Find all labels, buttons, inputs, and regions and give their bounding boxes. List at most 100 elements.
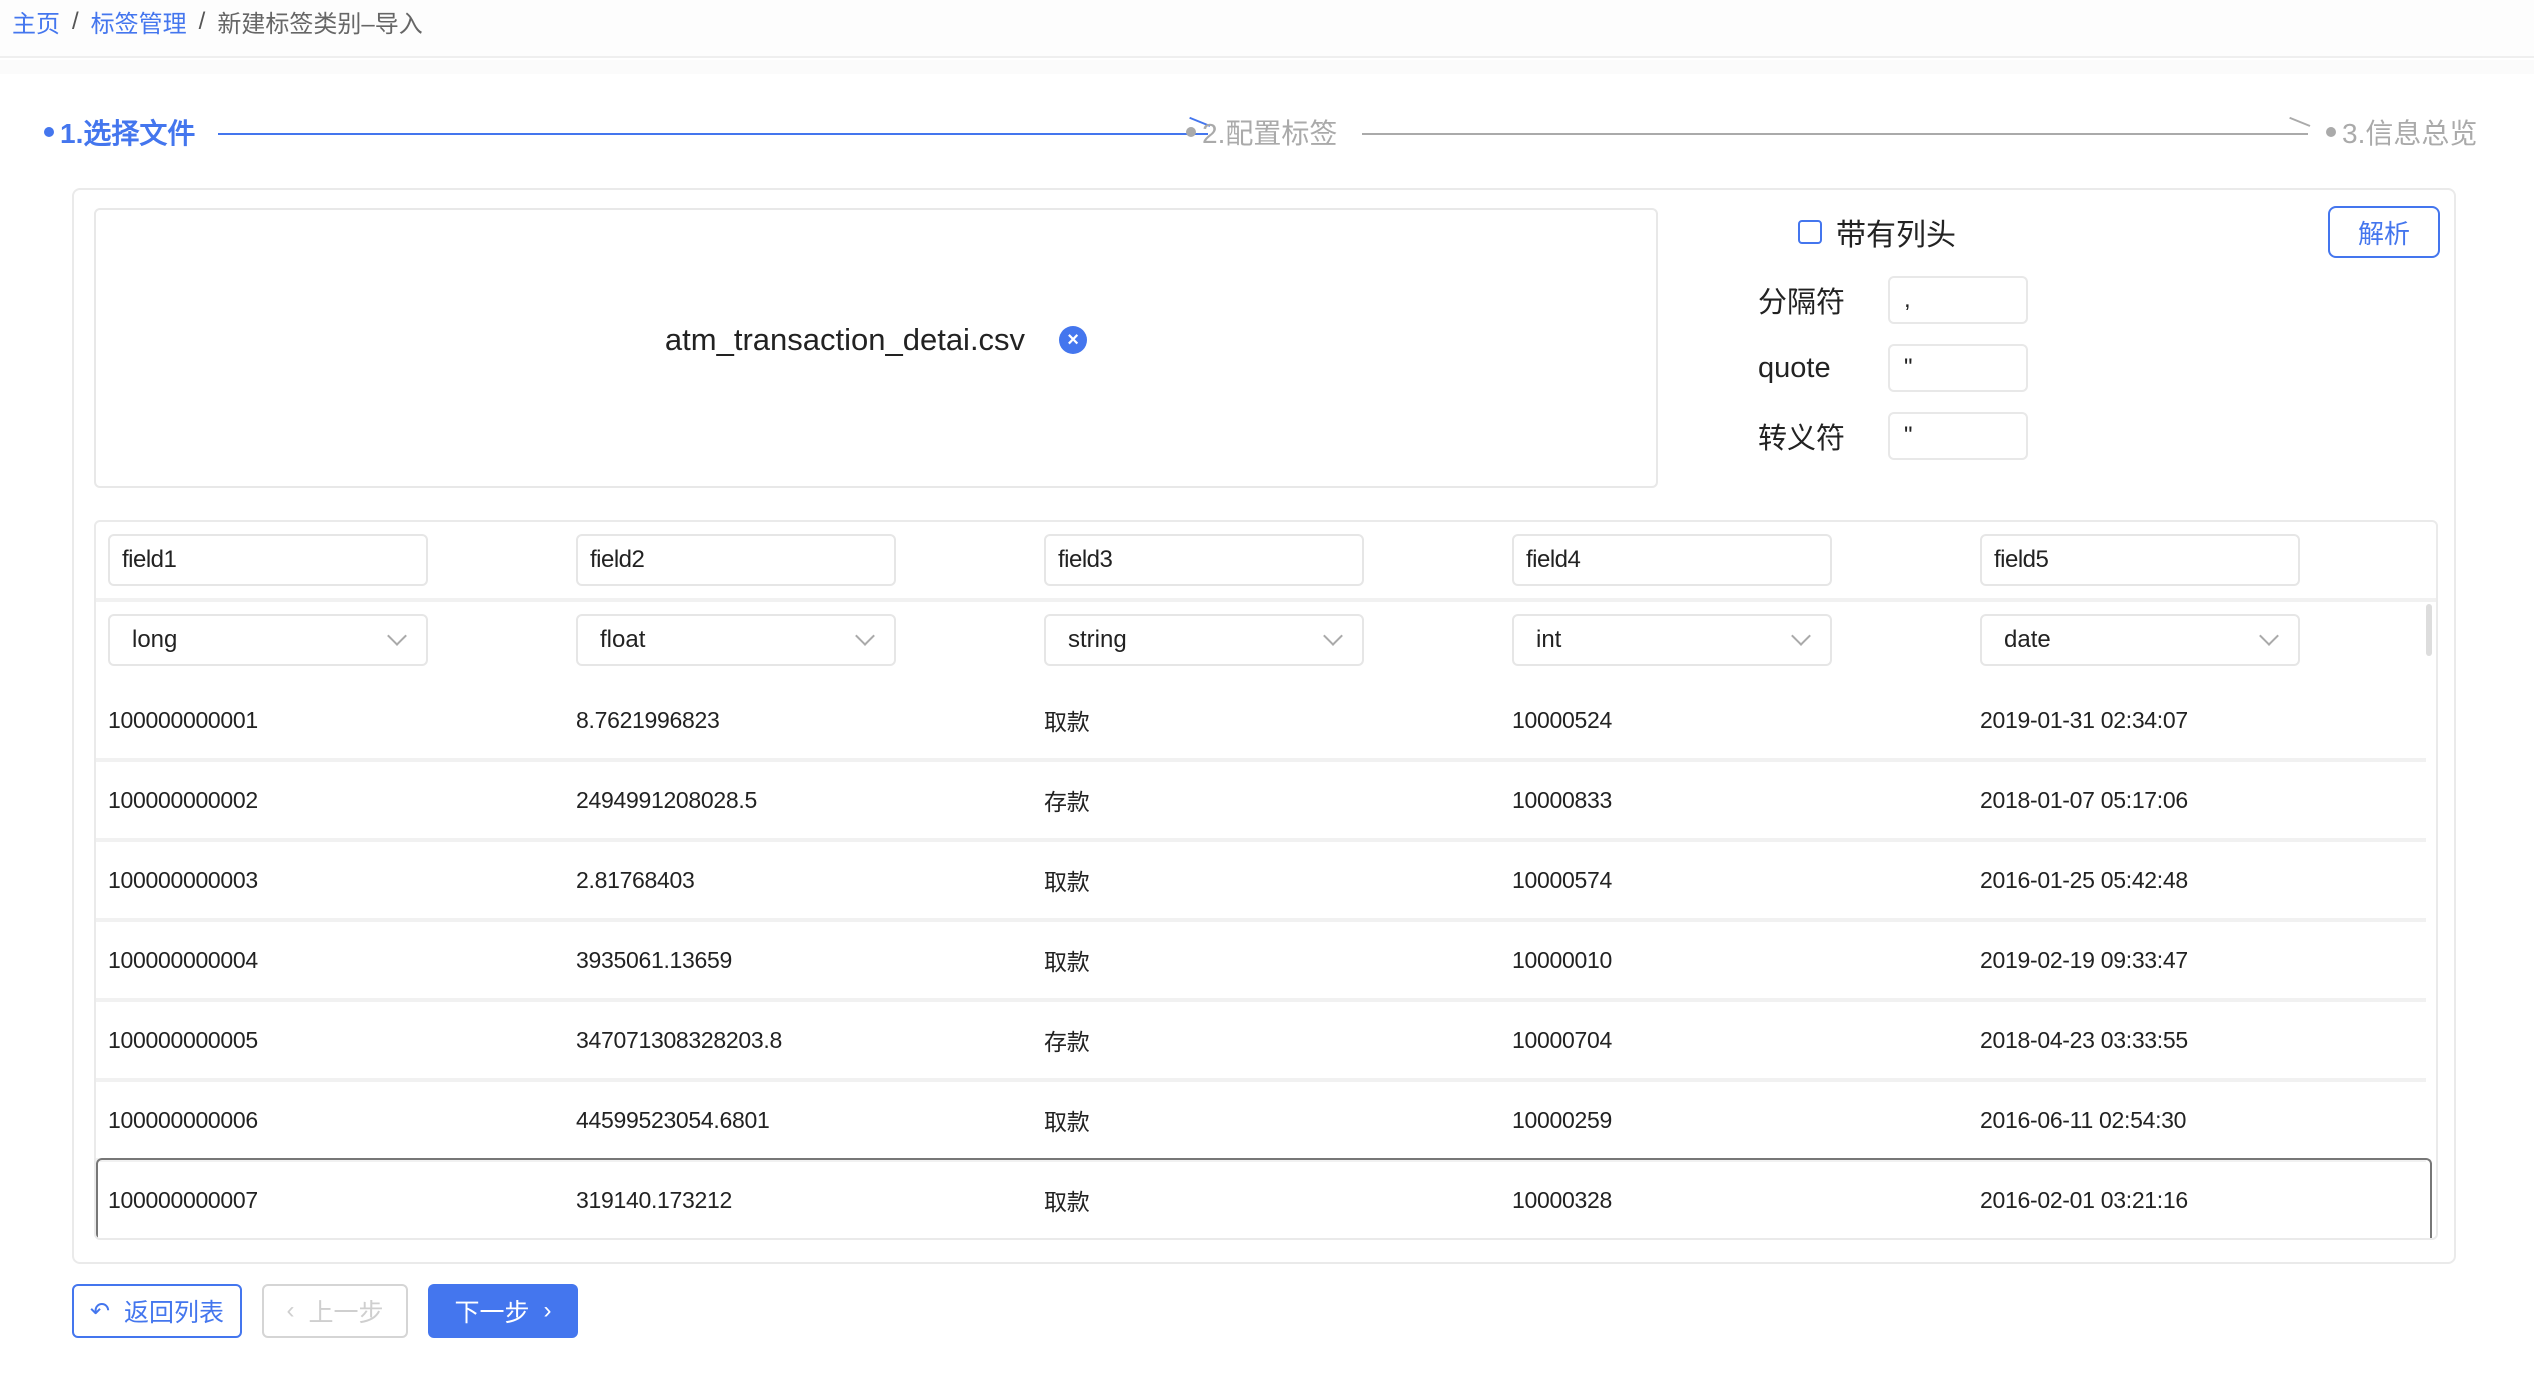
next-step-label: 下一步	[454, 1299, 530, 1327]
breadcrumb: 主页 / 标签管理 / 新建标签类别–导入	[12, 4, 423, 39]
step-label: 2.配置标签	[1202, 118, 1338, 149]
step-connector	[218, 116, 1211, 135]
type-value: string	[1068, 626, 1127, 653]
column-type-select[interactable]: date	[1980, 614, 2300, 666]
back-to-list-label: 返回列表	[124, 1299, 225, 1327]
table-cell: 100000000002	[108, 786, 258, 813]
table-cell: 100000000005	[108, 1026, 258, 1053]
step-select-file: 1.选择文件	[44, 112, 195, 152]
table-cell: 100000000003	[108, 866, 258, 893]
table-cell: 取款	[1044, 869, 1090, 895]
breadcrumb-separator: /	[72, 7, 79, 35]
table-cell: 10000259	[1512, 1106, 1612, 1133]
column-cell: field1	[96, 522, 564, 598]
table-cell: 10000574	[1512, 866, 1612, 893]
header-bar: 主页 / 标签管理 / 新建标签类别–导入	[0, 0, 2534, 58]
parse-button[interactable]: 解析	[2328, 206, 2440, 258]
table-row[interactable]: 100000000002 2494991208028.5 存款 10000833 201…	[96, 762, 2436, 838]
steps-progress: 1.选择文件 2.配置标签 3.信息总览	[44, 112, 2490, 156]
back-to-list-button[interactable]: ↶ 返回列表	[72, 1284, 242, 1338]
column-type-select[interactable]: int	[1512, 614, 1832, 666]
breadcrumb-tag-management[interactable]: 标签管理	[91, 4, 187, 39]
chevron-down-icon	[1791, 626, 1811, 646]
column-name-input[interactable]: field5	[1980, 534, 2300, 586]
import-card: atm_transaction_detai.csv × 带有列头 解析 分隔符 ,…	[72, 188, 2456, 1264]
file-info: atm_transaction_detai.csv ×	[96, 322, 1656, 358]
table-cell: 100000000006	[108, 1106, 258, 1133]
column-cell: string	[1032, 602, 1500, 680]
step-label: 1.选择文件	[60, 118, 196, 149]
previous-step-label: 上一步	[308, 1299, 384, 1327]
chevron-right-icon: ›	[543, 1297, 552, 1324]
chevron-down-icon	[387, 626, 407, 646]
chevron-left-icon: ‹	[286, 1297, 295, 1324]
column-cell: field4	[1500, 522, 1968, 598]
type-value: float	[600, 626, 646, 653]
table-cell: 10000010	[1512, 946, 1612, 973]
footer-actions: ↶ 返回列表 ‹ 上一步 下一步 ›	[72, 1284, 578, 1338]
type-value: date	[2004, 626, 2051, 653]
column-name-input[interactable]: field4	[1512, 534, 1832, 586]
column-cell: float	[564, 602, 1032, 680]
column-name-input[interactable]: field2	[576, 534, 896, 586]
table-row[interactable]: 100000000005 347071308328203.8 存款 10000704 2…	[96, 1002, 2436, 1078]
table-cell: 44599523054.6801	[576, 1106, 770, 1133]
chevron-down-icon	[1323, 626, 1343, 646]
table-cell: 2018-04-23 03:33:55	[1980, 1026, 2188, 1053]
quote-input[interactable]: "	[1888, 344, 2028, 392]
table-cell: 10000833	[1512, 786, 1612, 813]
table-cell: 2016-01-25 05:42:48	[1980, 866, 2188, 893]
parse-config: 带有列头 解析 分隔符 , quote " 转义符 "	[1674, 190, 2454, 490]
column-name-input[interactable]: field1	[108, 534, 428, 586]
escape-input[interactable]: "	[1888, 412, 2028, 460]
undo-icon: ↶	[89, 1297, 111, 1325]
step-connector	[1362, 116, 2311, 135]
table-row[interactable]: 100000000006 44599523054.6801 取款 10000259 20…	[96, 1082, 2436, 1158]
selected-row-outline	[96, 1158, 2432, 1238]
escape-row: 转义符 "	[1758, 412, 2028, 460]
table-cell: 存款	[1044, 789, 1090, 815]
step-dot	[44, 127, 54, 137]
table-cell: 2.81768403	[576, 866, 695, 893]
table-cell: 2018-01-07 05:17:06	[1980, 786, 2188, 813]
column-type-select[interactable]: long	[108, 614, 428, 666]
table-scrollbar[interactable]	[2426, 604, 2432, 656]
column-cell: field3	[1032, 522, 1500, 598]
next-step-button[interactable]: 下一步 ›	[428, 1284, 578, 1338]
table-cell: 8.7621996823	[576, 706, 720, 733]
column-cell: field2	[564, 522, 1032, 598]
delimiter-row: 分隔符 ,	[1758, 276, 2028, 324]
table-cell: 2016-06-11 02:54:30	[1980, 1106, 2187, 1133]
previous-step-button[interactable]: ‹ 上一步	[262, 1284, 408, 1338]
has-header-option[interactable]: 带有列头	[1798, 210, 1956, 254]
column-cell: date	[1968, 602, 2436, 680]
step-dot	[1186, 127, 1196, 137]
preview-table: field1 field2 field3 field4 field5 long …	[94, 520, 2438, 1240]
delimiter-input[interactable]: ,	[1888, 276, 2028, 324]
table-cell: 2494991208028.5	[576, 786, 757, 813]
table-cell: 取款	[1044, 1109, 1090, 1135]
table-cell: 取款	[1044, 709, 1090, 735]
column-cell: field5	[1968, 522, 2436, 598]
close-circle-icon[interactable]: ×	[1059, 325, 1088, 354]
table-row[interactable]: 100000000001 8.7621996823 取款 10000524 2019-0…	[96, 682, 2436, 758]
column-type-select[interactable]: string	[1044, 614, 1364, 666]
column-type-select[interactable]: float	[576, 614, 896, 666]
type-value: int	[1536, 626, 1562, 653]
step-label: 3.信息总览	[2342, 118, 2478, 149]
file-upload-area[interactable]: atm_transaction_detai.csv ×	[94, 208, 1658, 488]
table-row[interactable]: 100000000003 2.81768403 取款 10000574 2016-01-…	[96, 842, 2436, 918]
table-row[interactable]: 100000000004 3935061.13659 取款 10000010 2019-…	[96, 922, 2436, 998]
table-cell: 100000000001	[108, 706, 258, 733]
step-configure-tags: 2.配置标签	[1186, 112, 1337, 152]
table-cell: 3935061.13659	[576, 946, 732, 973]
escape-label: 转义符	[1758, 423, 1846, 455]
column-name-input[interactable]: field3	[1044, 534, 1364, 586]
table-cell: 2019-01-31 02:34:07	[1980, 706, 2188, 733]
breadcrumb-home[interactable]: 主页	[12, 4, 60, 39]
breadcrumb-separator: /	[198, 7, 206, 35]
column-type-row: long float string int date	[96, 602, 2436, 680]
has-header-checkbox[interactable]	[1798, 220, 1822, 244]
type-value: long	[132, 626, 178, 653]
quote-label: quote	[1758, 351, 1831, 384]
